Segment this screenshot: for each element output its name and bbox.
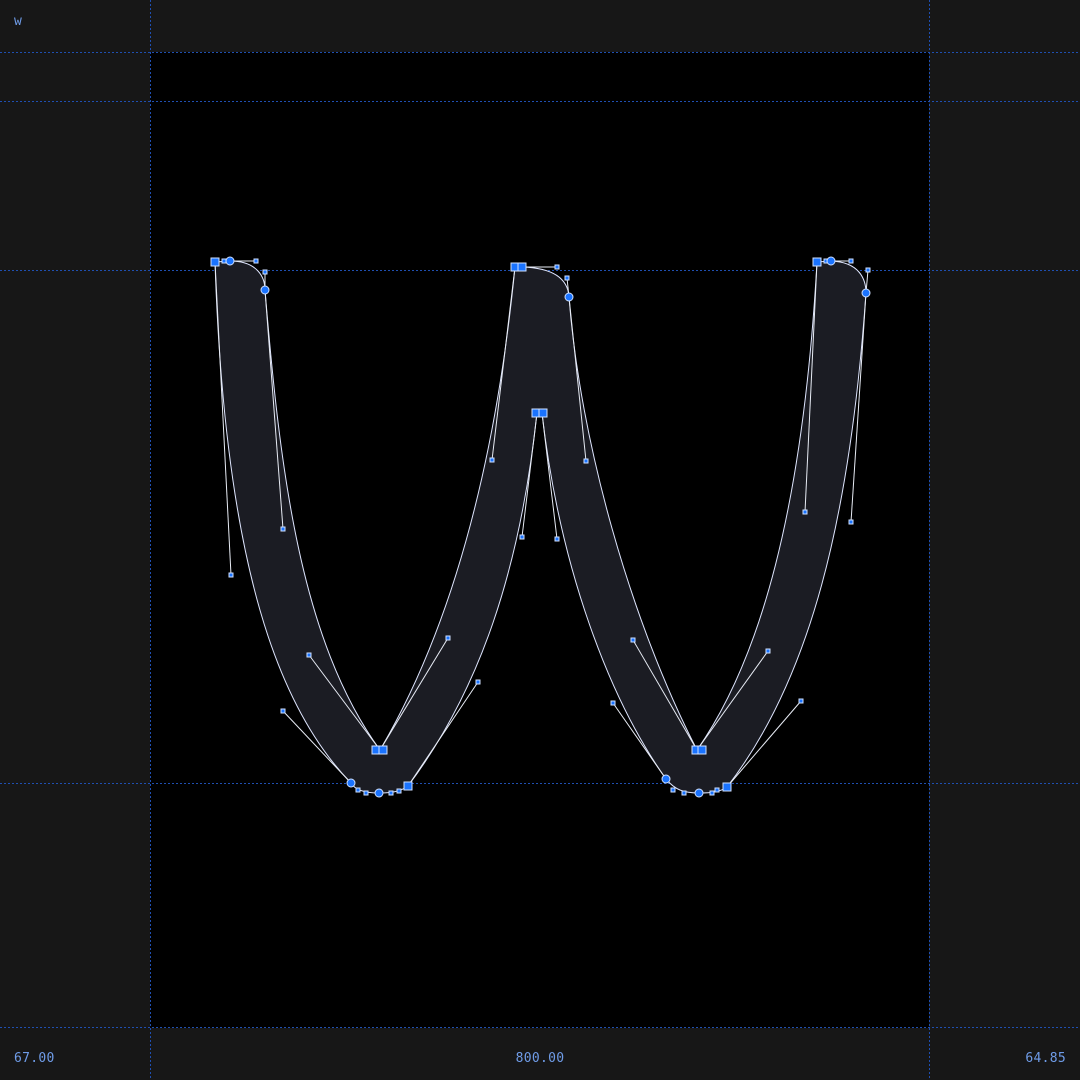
handle-point	[848, 258, 854, 264]
handle-point	[221, 258, 227, 264]
handle-point	[253, 258, 259, 264]
handle-point	[630, 637, 636, 643]
handle-point	[865, 267, 871, 273]
corner-node	[538, 408, 548, 418]
handle-point	[228, 572, 234, 578]
handle-point	[280, 526, 286, 532]
handle-point	[709, 790, 715, 796]
handle-point	[306, 652, 312, 658]
handle-point	[475, 679, 481, 685]
smooth-node	[861, 288, 871, 298]
glyph-editor-svg[interactable]	[0, 0, 1080, 1080]
handle-point	[798, 698, 804, 704]
handle-point	[445, 635, 451, 641]
handle-point	[519, 534, 525, 540]
smooth-node	[564, 292, 574, 302]
handle-point	[681, 790, 687, 796]
handle-point	[489, 457, 495, 463]
handle-point	[765, 648, 771, 654]
handle-point	[610, 700, 616, 706]
corner-node	[378, 745, 388, 755]
smooth-node	[225, 256, 235, 266]
handle-point	[388, 790, 394, 796]
corner-node	[812, 257, 822, 267]
handle-point	[280, 708, 286, 714]
handle-point	[714, 787, 720, 793]
corner-node	[697, 745, 707, 755]
smooth-node	[661, 774, 671, 784]
smooth-node	[374, 788, 384, 798]
metric-guides	[0, 0, 1080, 1080]
handle-point	[363, 790, 369, 796]
handle-point	[396, 788, 402, 794]
handle-point	[554, 264, 560, 270]
handle-point	[670, 787, 676, 793]
handle-point	[564, 275, 570, 281]
corner-node	[403, 781, 413, 791]
glyph-name-label: w	[14, 14, 23, 29]
handle-point	[848, 519, 854, 525]
smooth-node	[826, 256, 836, 266]
left-sidebearing-value[interactable]: 67.00	[14, 1051, 55, 1066]
handle-point	[554, 536, 560, 542]
corner-node	[722, 782, 732, 792]
advance-width-value[interactable]: 800.00	[516, 1051, 565, 1066]
glyph-outline[interactable]	[214, 260, 867, 794]
smooth-node	[346, 778, 356, 788]
handle-point	[802, 509, 808, 515]
corner-node	[517, 262, 527, 272]
smooth-node	[694, 788, 704, 798]
right-sidebearing-value[interactable]: 64.85	[1025, 1051, 1066, 1066]
handle-point	[583, 458, 589, 464]
smooth-node	[260, 285, 270, 295]
corner-node	[210, 257, 220, 267]
handle-point	[262, 269, 268, 275]
handle-point	[355, 787, 361, 793]
